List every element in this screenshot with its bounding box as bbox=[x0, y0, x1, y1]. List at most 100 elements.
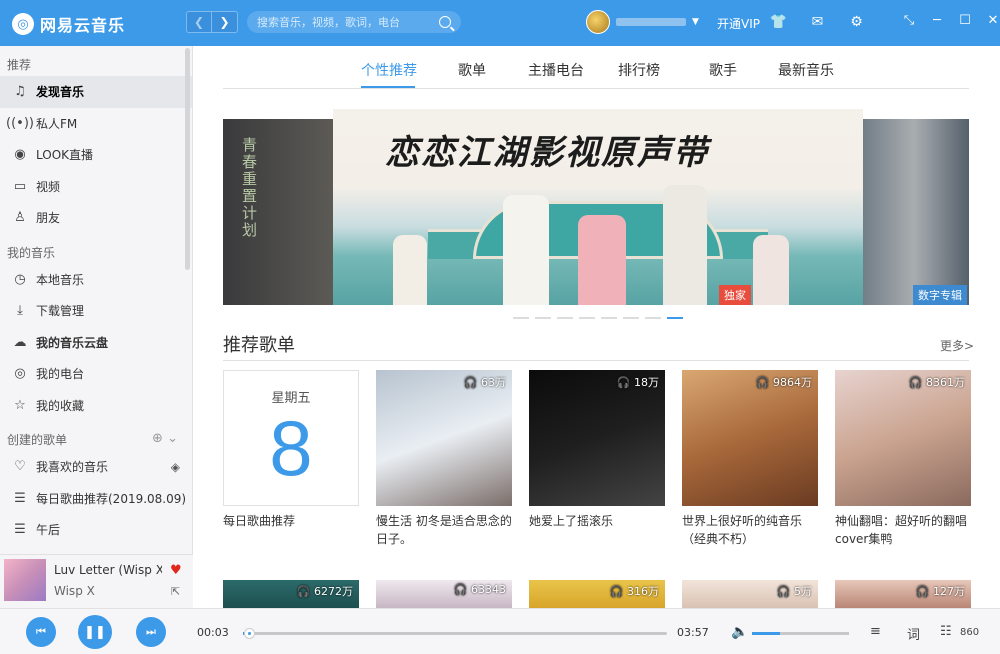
playlist-card[interactable]: 🎧 127万 bbox=[835, 580, 971, 608]
sidebar-item-cloud[interactable]: ☁ 我的音乐云盘 bbox=[0, 327, 192, 359]
gear-icon[interactable]: ⚙ bbox=[848, 13, 865, 30]
sidebar-item-my-radio[interactable]: ◎ 我的电台 bbox=[0, 358, 192, 390]
play-mode-icon[interactable]: ≡ bbox=[870, 624, 881, 639]
carousel-dot[interactable] bbox=[557, 317, 573, 319]
daily-recommend-card[interactable]: 星期五 8 每日歌曲推荐 bbox=[223, 370, 359, 548]
now-playing-artist[interactable]: Wisp X bbox=[54, 584, 95, 598]
add-playlist-icon[interactable]: ⊕ bbox=[152, 431, 163, 446]
carousel-dot[interactable] bbox=[623, 317, 639, 319]
carousel-dot[interactable] bbox=[645, 317, 661, 319]
sidebar-item-downloads[interactable]: ⤓ 下载管理 bbox=[0, 295, 192, 327]
playlist-card[interactable]: 🎧 9864万世界上很好听的纯音乐（经典不朽） bbox=[682, 370, 818, 548]
more-link[interactable]: 更多> bbox=[940, 337, 974, 354]
playlist-cover[interactable]: 🎧 18万 bbox=[529, 370, 665, 506]
maximize-icon[interactable]: ☐ bbox=[958, 13, 972, 28]
mail-icon[interactable]: ✉ bbox=[809, 13, 826, 30]
headphones-icon: 🎧 bbox=[609, 585, 624, 598]
pause-icon[interactable]: ❚❚ bbox=[78, 615, 112, 649]
volume-slider[interactable] bbox=[752, 632, 849, 635]
banner-prev-slide[interactable]: 青春重置计划 bbox=[223, 119, 333, 305]
search-input[interactable] bbox=[257, 15, 437, 29]
carousel-dot[interactable] bbox=[601, 317, 617, 319]
playlist-queue-icon[interactable]: ☷ bbox=[940, 624, 952, 639]
minimize-icon[interactable]: ─ bbox=[930, 13, 944, 28]
sidebar-item-discover[interactable]: ♫ 发现音乐 bbox=[0, 76, 192, 108]
chevron-down-icon[interactable]: ▼ bbox=[692, 17, 699, 27]
playlist-card[interactable]: 🎧 316万 bbox=[529, 580, 665, 608]
sidebar-item-collection[interactable]: ☆ 我的收藏 bbox=[0, 390, 192, 422]
username-redacted[interactable] bbox=[616, 18, 686, 26]
card-title[interactable]: 神仙翻唱：超好听的翻唱cover集鸭 bbox=[835, 512, 971, 548]
progress-knob[interactable] bbox=[243, 628, 255, 639]
chevron-right-icon[interactable]: ❯ bbox=[212, 11, 238, 33]
card-title[interactable]: 慢生活 初冬是适合思念的日子。 bbox=[376, 512, 512, 548]
sidebar-item-afternoon[interactable]: ☰ 午后 bbox=[0, 514, 192, 546]
play-count: 🎧 127万 bbox=[915, 585, 965, 598]
app-name: 网易云音乐 bbox=[40, 16, 126, 35]
next-icon[interactable]: ⏭ bbox=[136, 617, 166, 647]
now-playing-title[interactable]: Luv Letter (Wisp X... bbox=[54, 563, 162, 577]
tab-charts[interactable]: 排行榜 bbox=[618, 60, 660, 80]
volume-icon[interactable]: 🔈 bbox=[731, 624, 748, 640]
playlist-card[interactable]: 🎧 63万慢生活 初冬是适合思念的日子。 bbox=[376, 370, 512, 548]
user-menu[interactable]: ▼ bbox=[586, 10, 699, 34]
open-vip-link[interactable]: 开通VIP bbox=[717, 15, 760, 32]
sidebar-item-label: 本地音乐 bbox=[36, 272, 85, 287]
sidebar-item-daily[interactable]: ☰ 每日歌曲推荐(2019.08.09) bbox=[0, 483, 192, 515]
sidebar-item-fm[interactable]: ((•)) 私人FM bbox=[0, 108, 192, 140]
app-logo[interactable]: ◎ 网易云音乐 bbox=[12, 12, 125, 36]
playlist-card[interactable]: 🎧 5万 bbox=[682, 580, 818, 608]
carousel-dot[interactable] bbox=[579, 317, 595, 319]
tab-playlists[interactable]: 歌单 bbox=[458, 60, 486, 80]
mini-mode-icon[interactable]: ⤡ bbox=[902, 13, 916, 28]
playlist-cover[interactable]: 🎧 63万 bbox=[376, 370, 512, 506]
avatar[interactable] bbox=[586, 10, 610, 34]
playlist-count: 860 bbox=[960, 627, 980, 638]
tab-radio[interactable]: 主播电台 bbox=[528, 60, 584, 80]
playlist-cover[interactable]: 🎧 8361万 bbox=[835, 370, 971, 506]
now-playing-cover[interactable] bbox=[4, 559, 46, 601]
playlist-card[interactable]: 🎧 18万她爱上了摇滚乐 bbox=[529, 370, 665, 548]
search-box[interactable] bbox=[247, 11, 461, 33]
sidebar-scrollbar[interactable] bbox=[185, 48, 190, 270]
lyrics-button[interactable]: 词 bbox=[907, 624, 920, 643]
carousel-dot[interactable] bbox=[667, 317, 683, 319]
banner-figure bbox=[393, 235, 427, 305]
sidebar-item-local[interactable]: ◷ 本地音乐 bbox=[0, 264, 192, 296]
card-title[interactable]: 她爱上了摇滚乐 bbox=[529, 512, 665, 548]
heartbeat-mode-icon[interactable]: ◈ bbox=[171, 460, 180, 474]
playlist-card[interactable]: 🎧 63343 bbox=[376, 580, 512, 608]
playlist-card[interactable]: 🎧 8361万神仙翻唱：超好听的翻唱cover集鸭 bbox=[835, 370, 971, 548]
sidebar-item-liked[interactable]: ♡ 我喜欢的音乐 ◈ bbox=[0, 451, 192, 483]
banner-next-slide[interactable] bbox=[859, 119, 969, 305]
collapse-icon[interactable]: ⌄ bbox=[167, 431, 178, 446]
banner-carousel[interactable]: 青春重置计划 恋恋江湖影视原声带 独家 数字专辑 bbox=[223, 109, 969, 305]
carousel-dot[interactable] bbox=[535, 317, 551, 319]
chevron-left-icon[interactable]: ❮ bbox=[186, 11, 212, 33]
sidebar-item-video[interactable]: ▭ 视频 bbox=[0, 171, 192, 203]
section-title[interactable]: 推荐歌单 bbox=[223, 331, 295, 357]
tab-artists[interactable]: 歌手 bbox=[709, 60, 737, 80]
playlist-card[interactable]: 🎧 6272万 bbox=[223, 580, 359, 608]
liked-heart-icon[interactable]: ♥ bbox=[170, 563, 182, 578]
now-playing[interactable]: Luv Letter (Wisp X... Wisp X ♥ ⇱ bbox=[0, 554, 193, 608]
close-icon[interactable]: ✕ bbox=[986, 13, 1000, 28]
daily-calendar[interactable]: 星期五 8 bbox=[223, 370, 359, 506]
card-title[interactable]: 每日歌曲推荐 bbox=[223, 512, 359, 548]
collection-icon: ☆ bbox=[14, 397, 26, 413]
search-icon[interactable] bbox=[439, 16, 451, 28]
video-icon: ▭ bbox=[13, 178, 27, 194]
section-label: 创建的歌单 bbox=[7, 433, 68, 447]
playlist-cover[interactable]: 🎧 9864万 bbox=[682, 370, 818, 506]
card-title[interactable]: 世界上很好听的纯音乐（经典不朽） bbox=[682, 512, 818, 548]
progress-slider[interactable] bbox=[243, 628, 667, 639]
share-icon[interactable]: ⇱ bbox=[171, 585, 180, 598]
carousel-dot[interactable] bbox=[513, 317, 529, 319]
skin-icon[interactable]: 👕 bbox=[770, 13, 787, 30]
tab-new-music[interactable]: 最新音乐 bbox=[778, 60, 834, 80]
banner-main-slide[interactable]: 恋恋江湖影视原声带 bbox=[333, 109, 863, 305]
tab-personal-recommend[interactable]: 个性推荐 bbox=[361, 60, 417, 80]
sidebar-item-friends[interactable]: ♙ 朋友 bbox=[0, 202, 192, 234]
sidebar-item-look[interactable]: ◉ LOOK直播 bbox=[0, 139, 192, 171]
previous-icon[interactable]: ⏮ bbox=[26, 617, 56, 647]
